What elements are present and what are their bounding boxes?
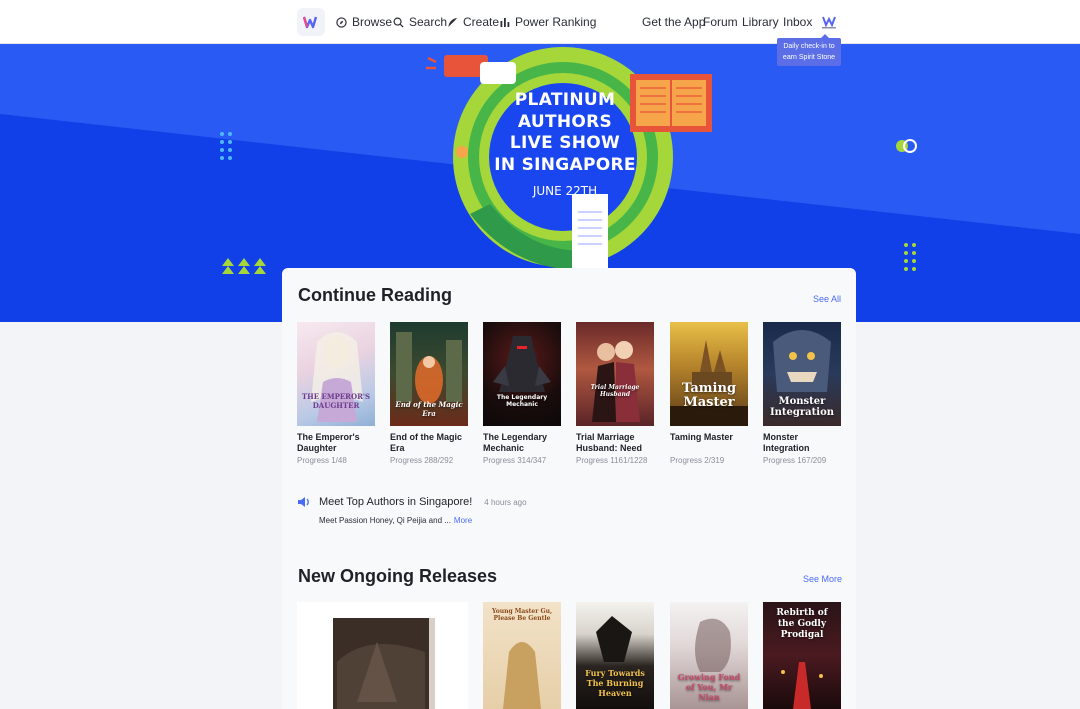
book-cover[interactable]: Trial Marriage Husband [576, 322, 654, 426]
book-cover[interactable]: Taming Master [670, 322, 748, 426]
nav-search[interactable]: Search [393, 0, 447, 44]
featured-release-card[interactable] [297, 602, 468, 709]
cover-title: Fury Towards The Burning Heaven [585, 668, 645, 698]
book-title[interactable]: Taming Master [670, 432, 748, 454]
continue-reading-title: Continue Reading [298, 285, 452, 305]
book-progress: Progress 1161/1228 [576, 456, 648, 465]
nav-forum[interactable]: Forum [703, 0, 738, 44]
book-title[interactable]: The Emperor's Daughter [297, 432, 375, 454]
cover-title: Trial Marriage Husband [590, 384, 640, 398]
book-progress: Progress 1/48 [297, 456, 347, 465]
news-time: 4 hours ago [484, 497, 527, 507]
nav-power-ranking[interactable]: Power Ranking [500, 0, 596, 44]
book-title[interactable]: Trial Marriage Husband: Need t... [576, 432, 654, 454]
release-cover[interactable]: Growing Fond of You, Mr Nian [670, 602, 748, 709]
see-more-link[interactable]: See More [803, 574, 842, 584]
book-progress: Progress 2/319 [670, 456, 725, 465]
hero-title-line: PLATINUM [514, 90, 616, 110]
nav-create-label: Create [463, 15, 500, 29]
cover-title: Taming Master [681, 381, 737, 410]
user-avatar[interactable] [819, 12, 839, 32]
nav-create[interactable]: Create [447, 0, 499, 44]
top-navigation-bar: Browse Search Create Power Ranking Get t… [0, 0, 1080, 44]
book-cover[interactable]: End of the Magic Era [390, 322, 468, 426]
checkin-tooltip[interactable]: Daily check-in to earn Spirit Stone [777, 34, 841, 66]
news-summary: Meet Passion Honey, Qi Peijia and ... [319, 516, 451, 525]
book-cover[interactable]: Monster Integration [763, 322, 841, 426]
cover-title: THE EMPEROR'S DAUGHTER [301, 392, 371, 410]
hero-title-line: LIVE SHOW [509, 133, 621, 153]
see-all-link[interactable]: See All [813, 294, 841, 304]
new-releases-title: New Ongoing Releases [298, 566, 498, 586]
book-card[interactable]: Taming Master Taming Master Progress 2/3… [670, 322, 748, 465]
book-title[interactable]: Monster Integration [763, 432, 841, 454]
book-cover[interactable]: The Legendary Mechanic [483, 322, 561, 426]
book-progress: Progress 167/209 [763, 456, 827, 465]
book-cover[interactable]: THE EMPEROR'S DAUGHTER [297, 322, 375, 426]
book-progress: Progress 314/347 [483, 456, 547, 465]
nav-get-the-app[interactable]: Get the App [642, 0, 705, 44]
cover-title: Young Master Gu, Please Be Gentle [491, 608, 553, 622]
nav-library[interactable]: Library [742, 0, 779, 44]
bar-chart-icon [500, 18, 510, 27]
news-more-link[interactable]: More [454, 516, 472, 525]
news-item[interactable]: Meet Top Authors in Singapore! 4 hours a… [297, 496, 597, 525]
book-progress: Progress 288/292 [390, 456, 454, 465]
cover-title: Rebirth of the Godly Prodigal [776, 608, 828, 640]
nav-browse-label: Browse [352, 15, 393, 29]
book-title[interactable]: End of the Magic Era [390, 432, 468, 454]
cover-art [592, 341, 640, 422]
avatar-icon [822, 16, 836, 29]
release-cover[interactable]: Young Master Gu, Please Be Gentle [483, 602, 561, 709]
speaker-icon [298, 497, 309, 507]
book-card[interactable]: Trial Marriage Husband Trial Marriage Hu… [576, 322, 654, 465]
cover-title: The Legendary Mechanic [496, 394, 548, 408]
site-logo[interactable] [297, 8, 325, 36]
compass-icon [336, 16, 347, 28]
quill-icon [448, 17, 458, 27]
cover-title: Growing Fond of You, Mr Nian [677, 672, 741, 702]
hero-title-line: AUTHORS [517, 111, 613, 132]
hero-title-line: IN SINGAPORE [494, 154, 636, 175]
book-card[interactable]: Monster Integration Monster Integration … [763, 322, 841, 465]
book-card[interactable]: The Legendary Mechanic The Legendary Mec… [483, 322, 561, 465]
search-icon [393, 17, 404, 28]
hero-date: JUNE 22TH [532, 184, 598, 198]
hero-title: PLATINUM AUTHORS LIVE SHOW IN SINGAPORE [480, 90, 650, 176]
featured-cover-art [333, 618, 435, 709]
cover-art [493, 336, 551, 392]
release-cover[interactable]: Fury Towards The Burning Heaven [576, 602, 654, 709]
nav-browse[interactable]: Browse [336, 0, 392, 44]
news-title[interactable]: Meet Top Authors in Singapore! [319, 496, 472, 508]
cover-title: Monster Integration [769, 396, 835, 418]
cover-art [670, 340, 748, 426]
cover-title: End of the Magic Era [395, 400, 463, 418]
logo-icon [303, 16, 318, 29]
book-card[interactable]: End of the Magic Era End of the Magic Er… [390, 322, 468, 465]
book-card[interactable]: THE EMPEROR'S DAUGHTER The Emperor's Dau… [297, 322, 375, 465]
book-title[interactable]: The Legendary Mechanic [483, 432, 561, 454]
release-cover[interactable]: Rebirth of the Godly Prodigal [763, 602, 841, 709]
nav-power-ranking-label: Power Ranking [515, 15, 597, 29]
cover-art [311, 332, 363, 422]
nav-search-label: Search [409, 15, 448, 29]
